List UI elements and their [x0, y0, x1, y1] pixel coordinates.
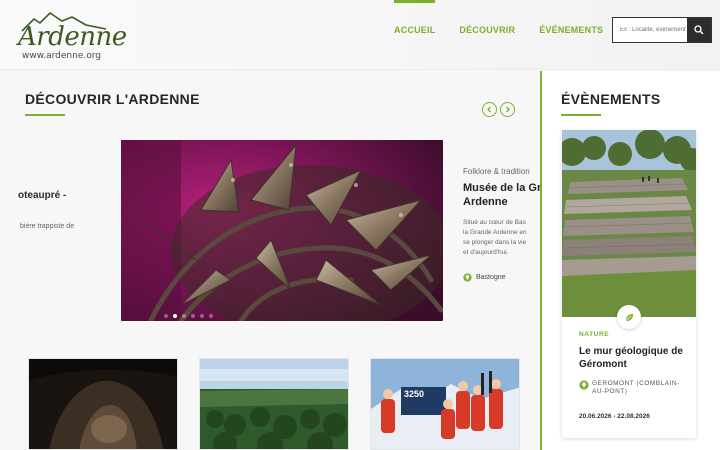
search-input[interactable]	[613, 18, 687, 42]
geological-wall-image	[562, 130, 696, 317]
chevron-left-icon	[487, 106, 491, 113]
events-underline	[561, 114, 601, 116]
next-card[interactable]: Folklore & tradition Musée de la Gr Arde…	[463, 167, 540, 282]
slider-dot[interactable]	[209, 314, 213, 318]
slide-image[interactable]	[121, 140, 443, 321]
next-card-location: Bastogne	[463, 273, 540, 282]
site-header: Ardenne www.ardenne.org ACCUEIL DÉCOUVRI…	[0, 0, 720, 70]
section-title: DÉCOUVRIR L'ARDENNE	[25, 91, 200, 107]
prev-card-text: bière trappiste de	[20, 223, 75, 230]
thumb-card-ski[interactable]: 3250	[370, 358, 520, 450]
site-logo[interactable]: Ardenne www.ardenne.org	[16, 10, 127, 62]
event-location: GEROMONT (COMBLAIN-AU-PONT)	[579, 380, 691, 396]
next-card-title-line: Ardenne	[463, 196, 508, 208]
slider-prev-button[interactable]	[482, 102, 497, 117]
location-pin-icon	[463, 273, 472, 282]
events-sidebar: ÉVÈNEMENTS NATURE Le mur géologique de G…	[542, 71, 720, 450]
next-card-title-line: Musée de la Gr	[463, 182, 540, 194]
slider-dot[interactable]	[164, 314, 168, 318]
event-image	[562, 130, 696, 317]
search-icon	[694, 25, 704, 35]
event-card[interactable]: NATURE Le mur géologique de Géromont GER…	[562, 130, 696, 438]
event-category: NATURE	[579, 331, 610, 338]
next-card-desc-line: la Grande Ardenne en	[463, 229, 527, 236]
main-nav: ACCUEIL DÉCOUVRIR ÉVÉNEMENTS	[382, 0, 615, 35]
discover-section: DÉCOUVRIR L'ARDENNE oteaupré - bière tra…	[0, 71, 540, 450]
search-button[interactable]	[687, 18, 711, 42]
page: Ardenne www.ardenne.org ACCUEIL DÉCOUVRI…	[0, 0, 720, 450]
slider-dot[interactable]	[191, 314, 195, 318]
events-title: ÉVÈNEMENTS	[561, 91, 661, 107]
event-location-text: GEROMONT (COMBLAIN-AU-PONT)	[592, 380, 680, 395]
museum-artifact-image	[121, 140, 443, 321]
logo-url: www.ardenne.org	[22, 51, 101, 61]
nav-accueil[interactable]: ACCUEIL	[382, 0, 447, 35]
slider-dot[interactable]	[182, 314, 186, 318]
search-box	[612, 17, 712, 43]
ski-group-image: 3250	[371, 359, 519, 449]
slider-next-button[interactable]	[500, 102, 515, 117]
next-card-title: Musée de la Gr Ardenne	[463, 181, 540, 209]
thumb-card-forest[interactable]	[199, 358, 349, 450]
next-card-description: Situé au cœur de Bas la Grande Ardenne e…	[463, 218, 540, 258]
logo-wordmark: Ardenne	[18, 22, 127, 52]
category-badge	[617, 305, 641, 329]
next-card-location-text: Bastogne	[476, 274, 506, 281]
next-card-desc-line: Situé au cœur de Bas	[463, 219, 526, 226]
thumb-card-cave[interactable]	[28, 358, 178, 450]
next-card-category: Folklore & tradition	[463, 167, 530, 176]
next-card-desc-line: se plonger dans la vie	[463, 239, 527, 246]
ski-sign-text: 3250	[404, 389, 424, 399]
event-title[interactable]: Le mur géologique de Géromont	[579, 345, 691, 371]
section-underline	[25, 114, 65, 116]
slider-arrows	[482, 102, 515, 117]
prev-card-title[interactable]: oteaupré -	[18, 190, 66, 201]
nav-evenements[interactable]: ÉVÉNEMENTS	[527, 25, 615, 35]
nav-decouvrir[interactable]: DÉCOUVRIR	[447, 25, 527, 35]
slider-dot-active[interactable]	[173, 314, 177, 318]
location-pin-icon	[579, 380, 589, 390]
next-card-desc-line: et d'aujourd'hui.	[463, 249, 509, 256]
leaf-icon	[625, 313, 633, 321]
cave-image	[29, 359, 177, 449]
forest-image	[200, 359, 348, 449]
slider-dots	[164, 314, 213, 318]
chevron-right-icon	[506, 106, 510, 113]
slider-dot[interactable]	[200, 314, 204, 318]
event-date: 20.06.2026 - 22.08.2026	[579, 413, 650, 420]
